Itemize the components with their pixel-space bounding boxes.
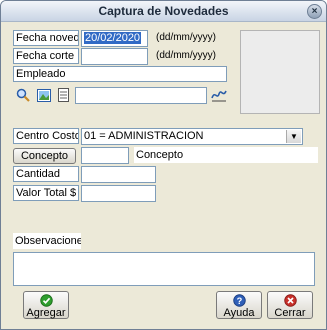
agregar-label: Agregar xyxy=(26,307,66,319)
valor-total-input[interactable] xyxy=(81,185,156,202)
close-icon xyxy=(283,294,297,307)
svg-text:?: ? xyxy=(236,296,242,306)
fecha-novedad-label: Fecha novedad xyxy=(13,30,79,46)
observaciones-label: Observaciones xyxy=(13,233,81,249)
cerrar-label: Cerrar xyxy=(274,307,306,319)
fecha-novedad-value: 20/02/2020 xyxy=(84,32,142,44)
concepto-code-input[interactable] xyxy=(81,147,129,164)
concepto-description: Concepto xyxy=(134,147,318,163)
chevron-down-icon[interactable]: ▼ xyxy=(286,130,301,143)
check-icon xyxy=(39,294,53,307)
observaciones-textarea[interactable] xyxy=(13,252,315,286)
fecha-corte-label: Fecha corte xyxy=(13,48,79,64)
signature-icon[interactable] xyxy=(210,87,227,103)
valor-total-label: Valor Total $ xyxy=(13,185,79,201)
centro-costo-select[interactable]: 01 = ADMINISTRACION ▼ xyxy=(81,128,303,145)
photo-icon[interactable] xyxy=(35,87,52,103)
fecha-corte-format-hint: (dd/mm/yyyy) xyxy=(156,50,216,61)
cantidad-label: Cantidad xyxy=(13,166,79,182)
centro-costo-label: Centro Costo xyxy=(13,128,79,144)
cantidad-input[interactable] xyxy=(81,166,156,183)
window-close-button[interactable]: × xyxy=(307,4,322,19)
cerrar-button[interactable]: Cerrar xyxy=(267,291,313,319)
search-icon[interactable] xyxy=(14,87,31,103)
ayuda-button[interactable]: ? Ayuda xyxy=(216,291,262,319)
concepto-button[interactable]: Concepto xyxy=(13,148,76,164)
fecha-corte-input[interactable] xyxy=(81,48,148,65)
empleado-label: Empleado xyxy=(13,66,227,82)
capture-window: Captura de Novedades × Fecha novedad 20/… xyxy=(0,0,327,330)
centro-costo-value: 01 = ADMINISTRACION xyxy=(84,130,204,142)
ayuda-label: Ayuda xyxy=(223,307,255,319)
employee-photo-frame xyxy=(240,30,320,114)
window-title: Captura de Novedades xyxy=(98,4,229,18)
help-icon: ? xyxy=(232,294,246,307)
document-icon[interactable] xyxy=(55,87,72,103)
empleado-input[interactable] xyxy=(75,87,207,104)
fecha-novedad-format-hint: (dd/mm/yyyy) xyxy=(156,32,216,43)
title-bar: Captura de Novedades × xyxy=(1,1,326,22)
fecha-novedad-input[interactable]: 20/02/2020 xyxy=(81,30,148,47)
agregar-button[interactable]: Agregar xyxy=(23,291,69,319)
